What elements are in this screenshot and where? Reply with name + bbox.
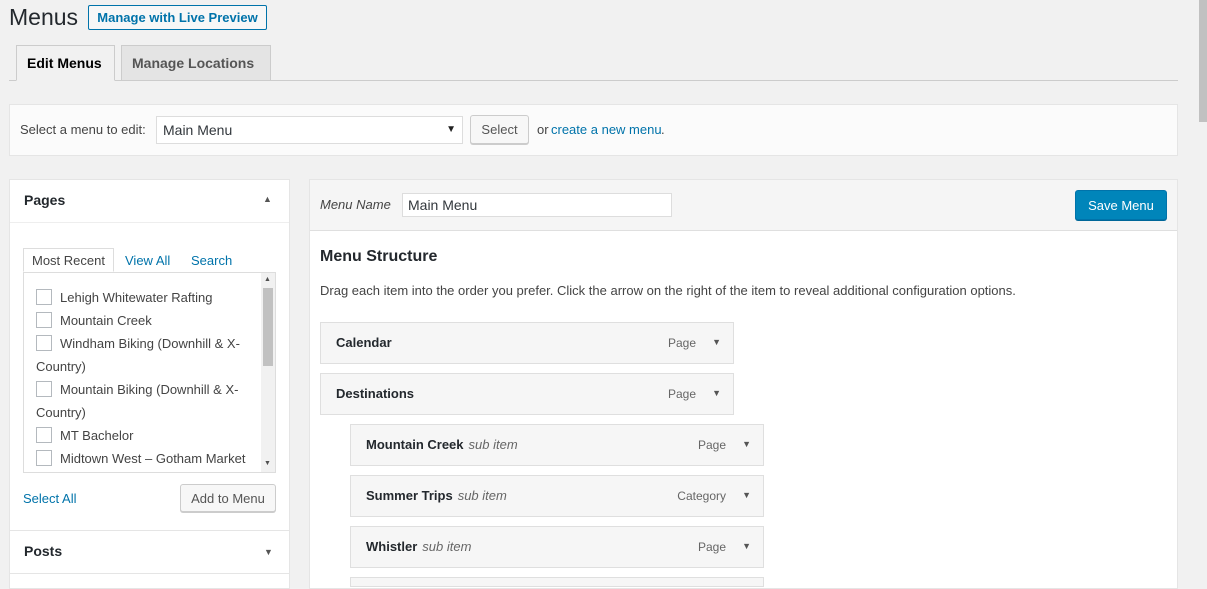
menu-item-mountain-creek[interactable]: Mountain Creek sub item Page ▼ [350, 424, 764, 466]
list-item[interactable]: Midtown West – Gotham Market [36, 447, 256, 470]
subtab-most-recent[interactable]: Most Recent [23, 248, 114, 272]
menu-item-summer-trips[interactable]: Summer Trips sub item Category ▼ [350, 475, 764, 517]
page-label: MT Bachelor [60, 428, 134, 443]
create-new-menu-link[interactable]: create a new menu [551, 122, 662, 137]
page-checkbox[interactable] [36, 427, 52, 443]
save-menu-button[interactable]: Save Menu [1075, 190, 1167, 220]
select-menu-label: Select a menu to edit: [20, 122, 146, 137]
menu-item-type: Page [667, 387, 696, 401]
sub-item-label: sub item [422, 539, 472, 554]
expand-arrow-icon[interactable]: ▼ [712, 388, 721, 398]
collapse-arrow-icon[interactable]: ▲ [263, 194, 272, 204]
list-item[interactable]: Windham Biking (Downhill & X-Country) [36, 332, 256, 378]
page-label: Mountain Creek [60, 313, 152, 328]
menu-item-destinations[interactable]: Destinations Page ▼ [320, 373, 734, 415]
posts-divider [10, 530, 289, 531]
subtab-search[interactable]: Search [183, 248, 240, 272]
page-checkbox[interactable] [36, 335, 52, 351]
scroll-down-icon[interactable]: ▼ [264, 460, 271, 467]
list-item[interactable]: Mountain Biking (Downhill & X-Country) [36, 378, 256, 424]
menu-structure-title: Menu Structure [320, 248, 438, 265]
menu-item-calendar[interactable]: Calendar Page ▼ [320, 322, 734, 364]
menu-item-type: Page [697, 540, 726, 554]
page-checkbox[interactable] [36, 312, 52, 328]
page-checkbox[interactable] [36, 450, 52, 466]
menu-structure-description: Drag each item into the order you prefer… [320, 283, 1016, 298]
menu-select-dropdown[interactable]: Main Menu ▼ [156, 116, 463, 144]
menu-item-type: Page [697, 438, 726, 452]
menu-item-type: Page [667, 336, 696, 350]
tab-manage-locations[interactable]: Manage Locations [121, 45, 271, 81]
menu-item-title: Mountain Creek [366, 437, 464, 452]
expand-arrow-icon[interactable]: ▼ [712, 337, 721, 347]
page-label: Windham Biking (Downhill & X-Country) [36, 336, 240, 374]
menu-item-whistler[interactable]: Whistler sub item Page ▼ [350, 526, 764, 568]
select-button[interactable]: Select [470, 115, 529, 144]
or-text: or [537, 122, 549, 137]
expand-arrow-icon[interactable]: ▼ [742, 439, 751, 449]
page-label: Mountain Biking (Downhill & X-Country) [36, 382, 239, 420]
expand-arrow-icon[interactable]: ▼ [742, 541, 751, 551]
menu-item-type: Category [677, 489, 726, 503]
period-text: . [661, 122, 665, 137]
sub-item-label: sub item [457, 488, 507, 503]
page-title: Menus [9, 4, 79, 30]
pages-section-title[interactable]: Pages [24, 192, 65, 208]
page-label: Midtown West – Gotham Market [60, 451, 246, 466]
menu-item-title: Whistler [366, 539, 418, 554]
expand-arrow-icon[interactable]: ▼ [264, 547, 273, 557]
menu-item-title: Destinations [336, 386, 415, 401]
tab-edit-menus[interactable]: Edit Menus [16, 45, 115, 81]
scroll-up-icon[interactable]: ▲ [264, 276, 271, 283]
menu-name-label: Menu Name [320, 197, 391, 212]
add-to-menu-button[interactable]: Add to Menu [180, 484, 276, 512]
pages-divider [10, 222, 289, 223]
pages-scroll-thumb[interactable] [263, 288, 273, 366]
chevron-down-icon: ▼ [446, 124, 456, 135]
window-scroll-thumb[interactable] [1199, 0, 1207, 122]
menu-item-title: Summer Trips [366, 488, 453, 503]
posts-section-title[interactable]: Posts [24, 543, 62, 559]
list-item[interactable]: Lehigh Whitewater Rafting [36, 286, 256, 309]
expand-arrow-icon[interactable]: ▼ [742, 490, 751, 500]
page-checkbox[interactable] [36, 289, 52, 305]
page-label: Lehigh Whitewater Rafting [60, 290, 213, 305]
menu-item-title-wrap: Summer Trips sub item [366, 488, 507, 503]
posts-bottom-divider [10, 573, 289, 574]
menu-select-value: Main Menu [163, 122, 233, 138]
menu-item-title-wrap: Mountain Creek sub item [366, 437, 518, 452]
list-item[interactable]: MT Bachelor [36, 424, 256, 447]
page-checkbox[interactable] [36, 381, 52, 397]
sub-item-label: sub item [468, 437, 518, 452]
live-preview-button[interactable]: Manage with Live Preview [88, 5, 267, 30]
menu-item-partial[interactable] [350, 577, 764, 587]
list-item[interactable]: Mountain Creek [36, 309, 256, 332]
pages-checklist: Lehigh Whitewater Rafting Mountain Creek… [23, 272, 276, 473]
subtab-view-all[interactable]: View All [117, 248, 178, 272]
menu-item-title-wrap: Whistler sub item [366, 539, 471, 554]
menu-name-input[interactable]: Main Menu [402, 193, 672, 217]
select-all-link[interactable]: Select All [23, 491, 76, 506]
menu-item-title: Calendar [336, 335, 392, 350]
